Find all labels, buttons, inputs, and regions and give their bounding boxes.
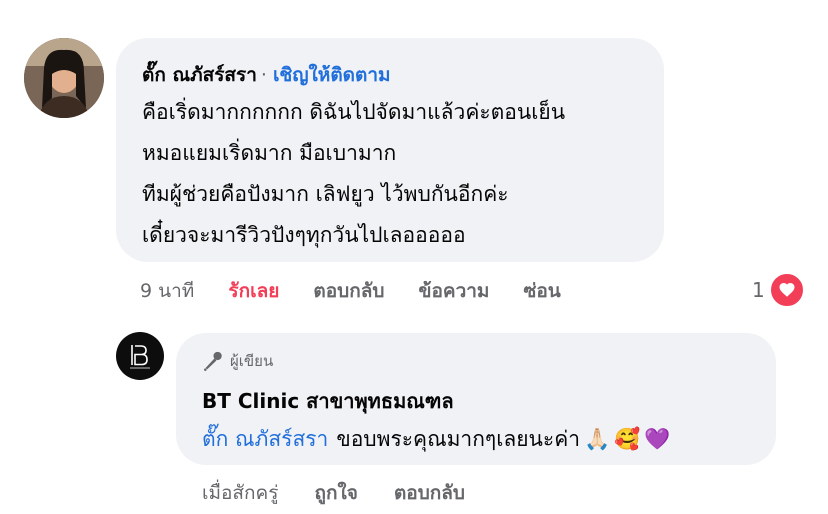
message-button[interactable]: ข้อความ (418, 276, 489, 306)
reaction-count: 1 (752, 278, 765, 302)
page-avatar[interactable] (116, 332, 164, 380)
reply-timestamp[interactable]: เมื่อสักครู่ (202, 478, 278, 508)
reply-text: ตั๊ก ณภัสร์สรา ขอบพระคุณมากๆเลยนะค่า 🙏🏻 … (202, 423, 671, 456)
avatar[interactable] (24, 38, 104, 118)
reply-button[interactable]: ตอบกลับ (313, 276, 384, 306)
heart-icon (768, 272, 805, 308)
bt-clinic-logo (130, 345, 150, 369)
purple-heart-emoji: 💜 (644, 427, 671, 451)
hide-button[interactable]: ซ่อน (524, 276, 561, 306)
reply-bubble: ผู้เขียน BT Clinic สาขาพุทธมณฑล ตั๊ก ณภั… (176, 333, 776, 465)
microphone-icon (204, 351, 222, 371)
profile-photo (24, 38, 104, 118)
comment-actions: 9 นาที รักเลย ตอบกลับ ข้อความ ซ่อน (140, 276, 589, 306)
reply-to-reply-button[interactable]: ตอบกลับ (394, 478, 465, 508)
comment-line: เดี๋ยวจะมารีวิวปังๆทุกวันไปเลอออออ (142, 223, 466, 247)
comment-author[interactable]: ตั๊ก ณภัสร์สรา (142, 64, 257, 86)
praying-hands-emoji: 🙏🏻 (584, 427, 611, 451)
comment-line: หมอแยมเริ่ดมาก มือเบามาก (142, 141, 397, 165)
comment-text: คือเริ่ดมากกกกกก ดิฉันไปจัดมาแล้วค่ะตอนเ… (142, 92, 565, 256)
comment-line: ทีมผู้ช่วยคือปังมาก เลิฟยูว ไว้พบกันอีกค… (142, 182, 509, 206)
love-reaction-button[interactable]: รักเลย (228, 276, 279, 306)
comment-header: ตั๊ก ณภัสร์สรา · เชิญให้ติดตาม (142, 60, 391, 90)
like-button[interactable]: ถูกใจ (315, 478, 358, 508)
separator-dot: · (260, 64, 267, 86)
follow-link[interactable]: เชิญให้ติดตาม (273, 64, 391, 86)
smiling-hearts-emoji: 🥰 (614, 427, 641, 451)
reply-author[interactable]: BT Clinic สาขาพุทธมณฑล (202, 385, 454, 417)
mention-link[interactable]: ตั๊ก ณภัสร์สรา (202, 423, 328, 456)
reply-message: ขอบพระคุณมากๆเลยนะค่า (336, 427, 581, 451)
reply-actions: เมื่อสักครู่ ถูกใจ ตอบกลับ (202, 478, 495, 508)
author-badge-label: ผู้เขียน (230, 352, 274, 370)
comment-timestamp[interactable]: 9 นาที (140, 276, 194, 306)
author-badge: ผู้เขียน (202, 349, 273, 373)
comment-bubble: ตั๊ก ณภัสร์สรา · เชิญให้ติดตาม คือเริ่ดมาก… (116, 38, 664, 262)
reaction-summary[interactable]: 1 (752, 272, 805, 308)
comment-line: คือเริ่ดมากกกกกก ดิฉันไปจัดมาแล้วค่ะตอนเ… (142, 100, 566, 124)
